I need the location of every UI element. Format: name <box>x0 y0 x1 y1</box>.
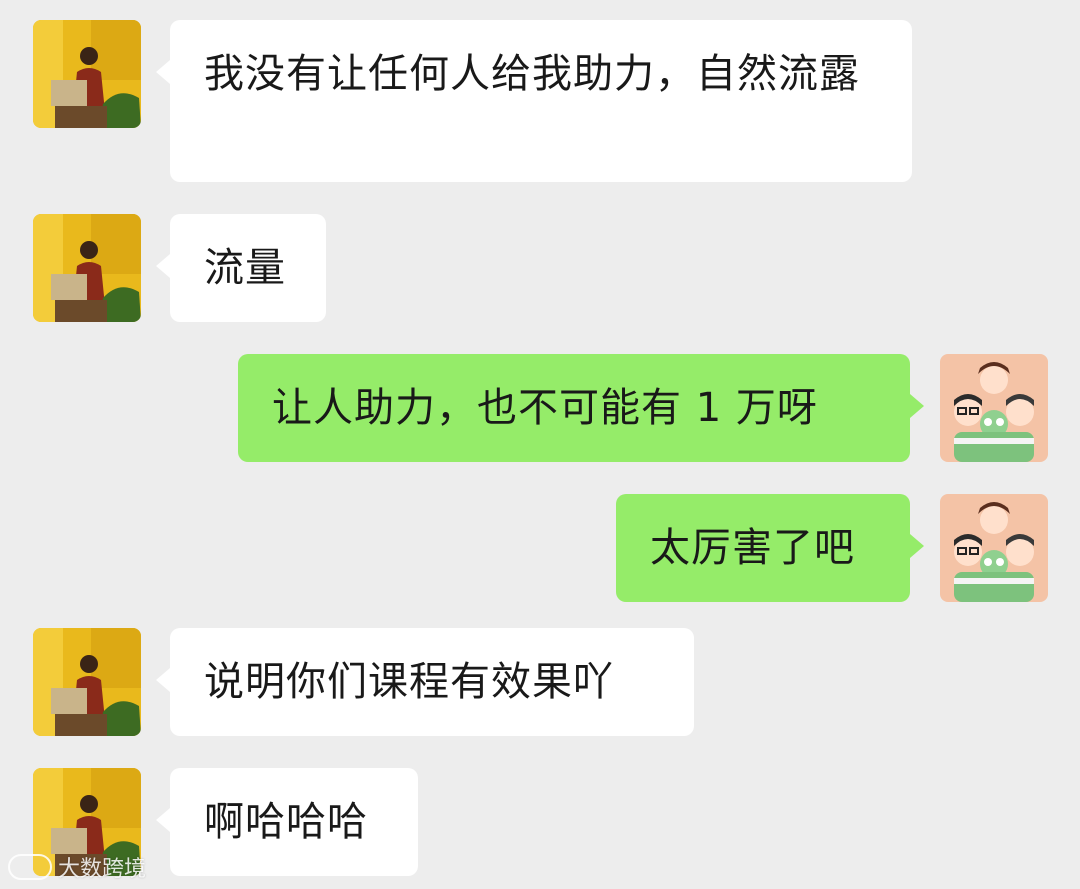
message-text: 我没有让任何人给我助力，自然流露 <box>204 51 860 97</box>
message-text: 流量 <box>204 245 286 291</box>
message-bubble-outgoing[interactable]: 太厉害了吧 <box>616 494 924 602</box>
message-bubble-incoming[interactable]: 流量 <box>156 214 326 322</box>
message-bubble-outgoing[interactable]: 让人助力，也不可能有 1 万呀 <box>238 354 924 462</box>
avatar-photo-icon <box>33 20 141 128</box>
self-avatar[interactable] <box>940 494 1048 602</box>
message-text: 说明你们课程有效果吖 <box>204 659 614 705</box>
avatar-photo-icon <box>33 628 141 736</box>
contact-avatar[interactable] <box>33 20 141 128</box>
message-bubble-incoming[interactable]: 啊哈哈哈 <box>156 768 418 876</box>
watermark-logo-icon <box>8 854 52 880</box>
self-avatar[interactable] <box>940 354 1048 462</box>
message-text: 让人助力，也不可能有 1 万呀 <box>272 385 818 431</box>
contact-avatar[interactable] <box>33 214 141 322</box>
message-text: 太厉害了吧 <box>650 525 855 571</box>
avatar-photo-icon <box>33 214 141 322</box>
message-bubble-incoming[interactable]: 说明你们课程有效果吖 <box>156 628 694 736</box>
avatar-cartoon-icon <box>940 494 1048 602</box>
watermark: 大数跨境 <box>8 851 146 883</box>
message-text: 啊哈哈哈 <box>204 799 368 845</box>
avatar-cartoon-icon <box>940 354 1048 462</box>
message-bubble-incoming[interactable]: 我没有让任何人给我助力，自然流露 <box>156 20 912 182</box>
contact-avatar[interactable] <box>33 628 141 736</box>
watermark-text: 大数跨境 <box>58 857 147 882</box>
